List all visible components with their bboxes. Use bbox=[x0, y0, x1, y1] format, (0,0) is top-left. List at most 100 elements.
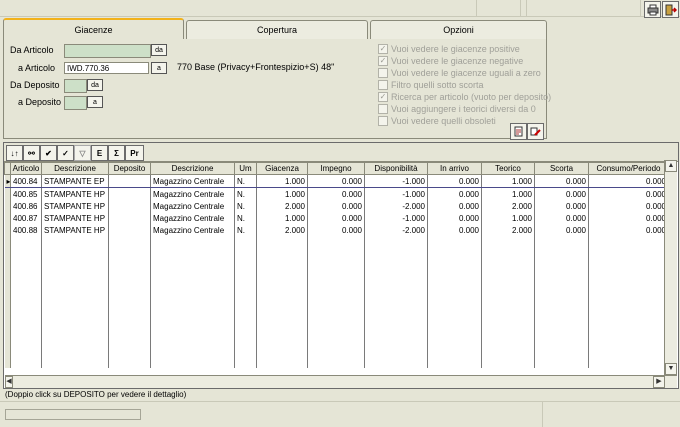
tab-giacenze[interactable]: Giacenze bbox=[3, 18, 184, 39]
print-button[interactable] bbox=[644, 1, 661, 18]
table-cell[interactable] bbox=[108, 320, 151, 332]
table-cell[interactable]: 1.000 bbox=[481, 212, 535, 224]
tab-opzioni[interactable]: Opzioni bbox=[370, 20, 547, 39]
filter-check2-button[interactable]: ✓ bbox=[57, 145, 74, 161]
table-cell[interactable] bbox=[234, 248, 257, 260]
table-cell[interactable] bbox=[150, 344, 235, 356]
table-cell[interactable]: Magazzino Centrale bbox=[150, 200, 235, 212]
checkbox[interactable]: ✓ bbox=[378, 91, 388, 102]
table-cell[interactable] bbox=[41, 332, 109, 344]
table-cell[interactable] bbox=[427, 236, 482, 248]
table-cell[interactable]: 0.000 bbox=[534, 174, 589, 188]
table-cell[interactable] bbox=[427, 248, 482, 260]
table-cell[interactable] bbox=[108, 260, 151, 272]
table-cell[interactable] bbox=[588, 308, 669, 320]
table-cell[interactable]: 0.000 bbox=[588, 200, 669, 212]
empty-row[interactable] bbox=[4, 296, 669, 308]
table-cell[interactable]: 0.000 bbox=[307, 200, 365, 212]
col-in-arrivo[interactable]: In arrivo bbox=[427, 162, 482, 175]
checkbox[interactable] bbox=[378, 103, 388, 114]
table-cell[interactable] bbox=[588, 272, 669, 284]
option-ricerca-articolo[interactable]: ✓ Ricerca per articolo (vuoto per deposit… bbox=[378, 91, 551, 102]
table-cell[interactable] bbox=[256, 332, 308, 344]
table-cell[interactable] bbox=[588, 344, 669, 356]
empty-row[interactable] bbox=[4, 308, 669, 320]
table-cell[interactable]: 0.000 bbox=[427, 224, 482, 236]
table-cell[interactable] bbox=[150, 332, 235, 344]
table-cell[interactable] bbox=[108, 212, 151, 224]
table-cell[interactable] bbox=[234, 320, 257, 332]
a-articolo-field[interactable]: IWD.770.36 bbox=[64, 62, 149, 74]
table-cell[interactable] bbox=[307, 284, 365, 296]
da-articolo-field[interactable] bbox=[64, 44, 151, 58]
empty-row[interactable] bbox=[4, 248, 669, 260]
table-cell[interactable] bbox=[108, 248, 151, 260]
table-cell[interactable]: N. bbox=[234, 212, 257, 224]
table-cell[interactable] bbox=[307, 248, 365, 260]
table-cell[interactable] bbox=[481, 236, 535, 248]
table-cell[interactable] bbox=[234, 260, 257, 272]
table-cell[interactable] bbox=[427, 284, 482, 296]
table-cell[interactable] bbox=[364, 308, 428, 320]
table-cell[interactable]: 0.000 bbox=[427, 187, 482, 200]
funnel-button[interactable]: ▽ bbox=[74, 145, 91, 161]
table-cell[interactable]: N. bbox=[234, 187, 257, 200]
table-cell[interactable] bbox=[256, 236, 308, 248]
table-cell[interactable]: 2.000 bbox=[256, 224, 308, 236]
table-cell[interactable] bbox=[534, 308, 589, 320]
confirm-button[interactable] bbox=[510, 123, 527, 140]
table-cell[interactable] bbox=[41, 356, 109, 368]
table-cell[interactable] bbox=[234, 308, 257, 320]
col-articolo[interactable]: Articolo bbox=[10, 162, 42, 175]
table-cell[interactable] bbox=[481, 308, 535, 320]
table-cell[interactable] bbox=[427, 272, 482, 284]
table-cell[interactable] bbox=[427, 260, 482, 272]
table-cell[interactable] bbox=[150, 320, 235, 332]
checkbox[interactable]: ✓ bbox=[378, 55, 388, 66]
table-cell[interactable]: 1.000 bbox=[256, 187, 308, 200]
table-cell[interactable] bbox=[108, 187, 151, 200]
scroll-up-arrow[interactable]: ▲ bbox=[665, 160, 677, 172]
col-deposito[interactable]: Deposito bbox=[108, 162, 151, 175]
table-cell[interactable] bbox=[588, 332, 669, 344]
table-cell[interactable] bbox=[41, 236, 109, 248]
table-cell[interactable] bbox=[534, 356, 589, 368]
scroll-left-arrow[interactable]: ◀ bbox=[5, 376, 13, 388]
table-cell[interactable] bbox=[41, 248, 109, 260]
table-cell[interactable] bbox=[307, 344, 365, 356]
table-cell[interactable]: 1.000 bbox=[481, 174, 535, 188]
table-cell[interactable] bbox=[10, 344, 42, 356]
table-cell[interactable] bbox=[234, 296, 257, 308]
table-cell[interactable]: STAMPANTE EP bbox=[41, 174, 109, 188]
col-um[interactable]: Um bbox=[234, 162, 257, 175]
table-cell[interactable] bbox=[41, 284, 109, 296]
table-cell[interactable]: 0.000 bbox=[588, 224, 669, 236]
table-cell[interactable]: N. bbox=[234, 224, 257, 236]
table-cell[interactable] bbox=[307, 296, 365, 308]
table-cell[interactable] bbox=[234, 284, 257, 296]
col-scorta[interactable]: Scorta bbox=[534, 162, 589, 175]
table-cell[interactable] bbox=[588, 236, 669, 248]
table-cell[interactable]: STAMPANTE HP bbox=[41, 224, 109, 236]
table-cell[interactable] bbox=[427, 356, 482, 368]
table-cell[interactable]: 400.88 bbox=[10, 224, 42, 236]
table-cell[interactable] bbox=[481, 332, 535, 344]
table-cell[interactable]: 0.000 bbox=[588, 174, 669, 188]
table-cell[interactable]: -1.000 bbox=[364, 174, 428, 188]
table-cell[interactable] bbox=[427, 332, 482, 344]
table-cell[interactable] bbox=[481, 272, 535, 284]
col-consumo-periodo[interactable]: Consumo/Periodo bbox=[588, 162, 669, 175]
table-cell[interactable]: 0.000 bbox=[534, 187, 589, 200]
table-cell[interactable]: 0.000 bbox=[307, 224, 365, 236]
empty-row[interactable] bbox=[4, 344, 669, 356]
checkbox[interactable] bbox=[378, 115, 388, 126]
table-cell[interactable]: 1.000 bbox=[481, 187, 535, 200]
table-cell[interactable] bbox=[256, 344, 308, 356]
col-teorico[interactable]: Teorico bbox=[481, 162, 535, 175]
table-cell[interactable] bbox=[10, 284, 42, 296]
table-cell[interactable] bbox=[534, 320, 589, 332]
table-cell[interactable] bbox=[41, 272, 109, 284]
table-cell[interactable] bbox=[307, 332, 365, 344]
table-cell[interactable] bbox=[307, 272, 365, 284]
table-cell[interactable] bbox=[534, 272, 589, 284]
